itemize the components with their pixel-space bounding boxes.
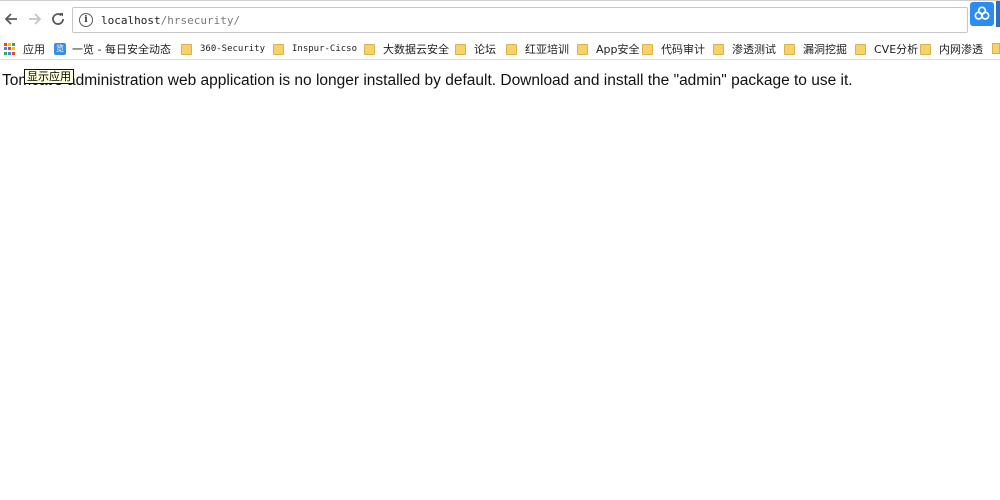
bookmark-item[interactable]: 渗透测试 xyxy=(713,40,776,58)
address-bar[interactable]: i localhost/hrsecurity/ xyxy=(72,7,968,33)
page-message: Tomcat's administration web application … xyxy=(2,72,853,89)
forward-arrow-icon xyxy=(29,13,42,25)
apps-grid-icon xyxy=(4,43,16,55)
cloud-extension-icon[interactable] xyxy=(970,2,994,26)
bookmark-apps[interactable]: 应用 xyxy=(4,40,45,58)
bookmark-label: CVE分析 xyxy=(874,43,919,56)
bookmark-apps-label: 应用 xyxy=(23,43,45,56)
bookmark-item[interactable]: 论坛 xyxy=(455,40,496,58)
bookmark-label: App安全 xyxy=(596,43,640,56)
url-path: /hrsecurity/ xyxy=(160,13,241,27)
browser-toolbar: i localhost/hrsecurity/ xyxy=(0,0,1000,38)
bookmark-label: 内网渗透 xyxy=(939,43,983,56)
bookmark-label: 一览 - 每日安全动态 xyxy=(72,43,171,56)
bookmark-item[interactable]: 大数据云安全 xyxy=(364,40,449,58)
bookmark-label: Inspur-Cicso xyxy=(292,44,358,54)
apps-grid-dot xyxy=(8,43,11,46)
reload-button[interactable] xyxy=(48,9,68,29)
apps-grid-dot xyxy=(12,43,15,46)
bookmarks-bar: 应用 览 一览 - 每日安全动态 360-Security Inspur-Cic… xyxy=(0,38,1000,60)
bookmark-label: 360-Security xyxy=(200,44,266,54)
folder-icon xyxy=(181,43,192,55)
url-host: localhost xyxy=(101,13,161,27)
folder-icon xyxy=(577,43,588,55)
bookmark-item[interactable]: 代码审计 xyxy=(642,40,705,58)
bookmark-item[interactable]: 内网渗透 xyxy=(920,40,983,58)
bookmark-item[interactable]: 漏洞挖掘 xyxy=(784,40,847,58)
folder-icon xyxy=(784,43,795,55)
bookmark-label: 漏洞挖掘 xyxy=(803,43,847,56)
back-button[interactable] xyxy=(1,9,21,29)
info-icon[interactable]: i xyxy=(79,13,93,27)
apps-grid-dot xyxy=(8,47,11,51)
folder-icon xyxy=(273,43,284,55)
forward-button[interactable] xyxy=(25,9,45,29)
apps-grid-dot xyxy=(12,47,15,51)
folder-icon xyxy=(920,43,931,55)
url-text[interactable]: localhost/hrsecurity/ xyxy=(101,14,240,27)
apps-grid-dot xyxy=(4,51,7,55)
site-icon: 览 xyxy=(54,43,66,55)
folder-icon xyxy=(855,43,866,55)
extension-edge xyxy=(996,1,1000,27)
bookmark-label: 论坛 xyxy=(474,43,496,56)
bookmark-label: 代码审计 xyxy=(661,43,705,56)
bookmark-item[interactable]: 红亚培训 xyxy=(506,40,569,58)
apps-grid-dot xyxy=(4,43,7,46)
tooltip: 显示应用 xyxy=(24,69,74,84)
bookmark-label: 大数据云安全 xyxy=(383,43,449,56)
bookmark-item[interactable]: App安全 xyxy=(577,40,640,58)
apps-grid-dot xyxy=(4,47,7,51)
folder-icon xyxy=(713,43,724,55)
bookmark-item[interactable]: Inspur-Cicso xyxy=(273,40,357,58)
folder-icon xyxy=(506,43,517,55)
apps-grid-dot xyxy=(12,51,15,55)
back-arrow-icon xyxy=(4,13,17,25)
apps-grid-dot xyxy=(8,51,11,55)
bookmark-item[interactable]: 360-Security xyxy=(181,40,265,58)
reload-icon xyxy=(52,13,64,25)
folder-icon xyxy=(455,43,466,55)
folder-icon xyxy=(364,43,375,55)
bookmark-label: 渗透测试 xyxy=(732,43,776,56)
folder-icon[interactable] xyxy=(992,43,1000,54)
bookmark-item[interactable]: 览 一览 - 每日安全动态 xyxy=(54,40,171,58)
folder-icon xyxy=(642,43,653,55)
bookmark-item[interactable]: CVE分析 xyxy=(855,40,918,58)
bookmark-label: 红亚培训 xyxy=(525,43,569,56)
